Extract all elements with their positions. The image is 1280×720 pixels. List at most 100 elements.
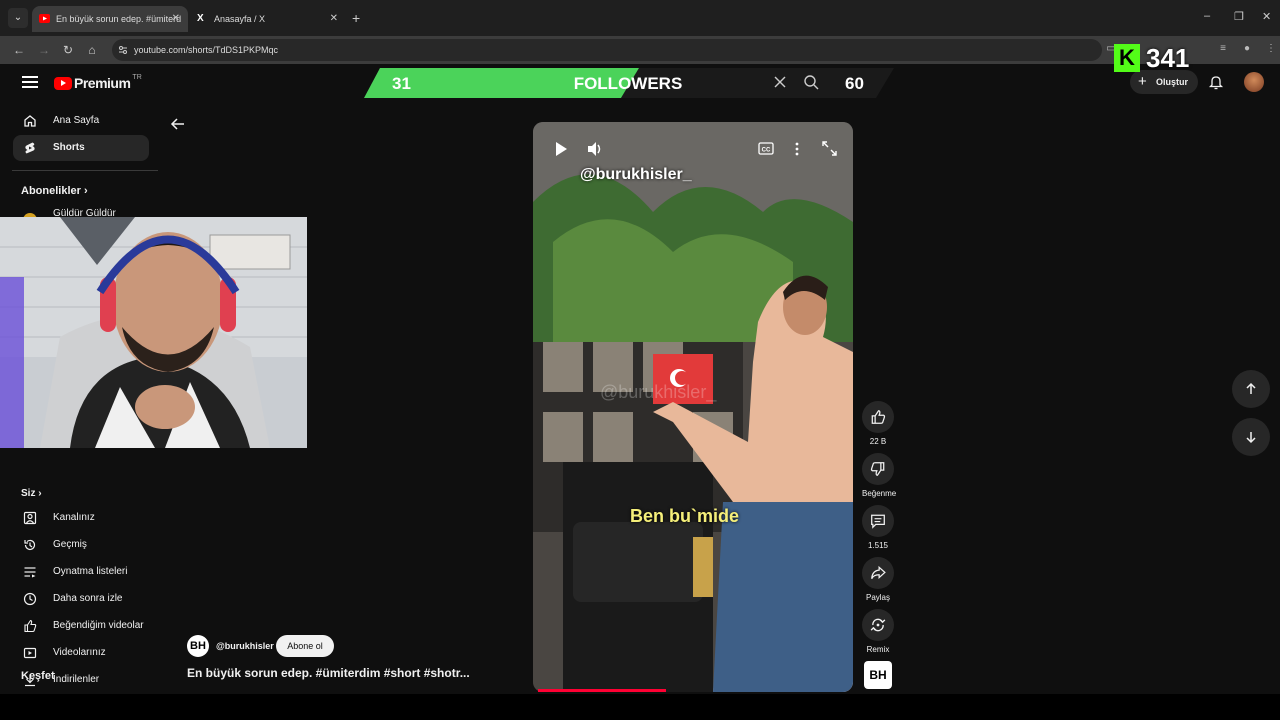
media-control-icon[interactable]: ≡ bbox=[1216, 43, 1230, 57]
arrow-up-icon bbox=[1246, 382, 1256, 394]
subscriptions-heading[interactable]: Abonelikler › bbox=[21, 185, 88, 197]
tab-search-button[interactable]: ⌄ bbox=[8, 8, 28, 28]
remix-button[interactable]: Remix bbox=[862, 609, 894, 654]
sidebar-item-your-channel[interactable]: Kanalınız bbox=[13, 505, 149, 531]
sidebar-item-history[interactable]: Geçmiş bbox=[13, 532, 149, 558]
guide-menu-icon[interactable] bbox=[22, 76, 38, 88]
followers-current: 31 bbox=[392, 74, 411, 93]
sidebar-item-label: Shorts bbox=[53, 142, 85, 153]
sidebar-item-liked-videos[interactable]: Beğendiğim videolar bbox=[13, 613, 149, 639]
url-text: youtube.com/shorts/TdDS1PKPMqc bbox=[134, 45, 279, 55]
followers-goal: 60 bbox=[845, 74, 864, 93]
subscriptions-title: Abonelikler bbox=[21, 185, 81, 197]
x-favicon-icon: X bbox=[197, 13, 204, 24]
dislike-button[interactable]: Beğenme bbox=[862, 453, 897, 498]
webcam-feed-image bbox=[0, 217, 307, 448]
sidebar-item-your-videos[interactable]: Videolarınız bbox=[13, 640, 149, 666]
more-options-icon[interactable] bbox=[794, 141, 800, 157]
comment-icon bbox=[871, 514, 885, 529]
browser-tab-bar: ⌄ En büyük sorun edep. #ümiterd ✕ X Anas… bbox=[0, 0, 1280, 36]
you-title: Siz bbox=[21, 488, 36, 499]
play-icon[interactable] bbox=[552, 140, 570, 158]
video-handle-text: @burukhisler_ bbox=[580, 166, 692, 183]
browser-menu-icon[interactable]: ⋮ bbox=[1264, 43, 1278, 57]
channel-thumbnail-small[interactable]: BH bbox=[864, 661, 892, 689]
share-label: Paylaş bbox=[865, 593, 890, 602]
video-frame-image bbox=[533, 122, 853, 692]
captions-icon[interactable]: CC bbox=[758, 142, 774, 155]
site-settings-icon[interactable] bbox=[118, 45, 128, 55]
tab-youtube[interactable]: En büyük sorun edep. #ümiterd ✕ bbox=[32, 6, 188, 32]
browser-toolbar: ← → ↻ ⌂ youtube.com/shorts/TdDS1PKPMqc ▭… bbox=[0, 36, 1280, 64]
close-tab-icon[interactable]: ✕ bbox=[172, 6, 180, 32]
minimize-icon[interactable]: – bbox=[1204, 10, 1210, 22]
sidebar-item-playlists[interactable]: Oynatma listeleri bbox=[13, 559, 149, 585]
youtube-logo-icon bbox=[54, 76, 72, 90]
followers-goal-overlay: 31 FOLLOWERS 60 bbox=[364, 68, 894, 98]
notifications-bell-icon[interactable] bbox=[1208, 74, 1224, 90]
video-subtitle: Ben bu`mide bbox=[630, 506, 740, 526]
home-icon[interactable]: ⌂ bbox=[83, 41, 101, 59]
kick-logo-icon: K bbox=[1114, 44, 1140, 72]
thumb-up-icon bbox=[871, 410, 886, 424]
sidebar-item-label: İndirilenler bbox=[53, 674, 100, 685]
address-bar[interactable]: youtube.com/shorts/TdDS1PKPMqc bbox=[112, 39, 1102, 61]
like-button[interactable]: 22 B bbox=[862, 401, 894, 446]
channel-name[interactable]: @burukhisler bbox=[216, 641, 274, 651]
youtube-favicon-icon bbox=[39, 14, 50, 23]
sidebar-item-label: Beğendiğim videolar bbox=[53, 620, 144, 631]
tab-title: En büyük sorun edep. #ümiterd bbox=[56, 14, 182, 24]
shorts-video-player[interactable] bbox=[533, 122, 853, 692]
profile-icon[interactable]: ● bbox=[1240, 43, 1254, 57]
thumb-down-icon bbox=[870, 462, 885, 476]
clock-icon bbox=[23, 592, 37, 606]
create-label: Oluştur bbox=[1156, 77, 1189, 87]
restore-icon[interactable]: ❐ bbox=[1234, 10, 1244, 23]
account-avatar[interactable] bbox=[1244, 72, 1264, 92]
chevron-right-icon: › bbox=[83, 185, 88, 197]
sidebar-item-label: Oynatma listeleri bbox=[53, 566, 128, 577]
youtube-premium-logo[interactable]: Premium TR bbox=[54, 74, 142, 92]
region-code: TR bbox=[132, 74, 142, 81]
sidebar-divider bbox=[12, 170, 158, 171]
sidebar-item-label: Videolarınız bbox=[53, 647, 106, 658]
reload-icon[interactable]: ↻ bbox=[59, 41, 77, 59]
channel-avatar[interactable]: BH bbox=[187, 635, 209, 657]
followers-label: FOLLOWERS bbox=[574, 74, 683, 93]
video-watermark: @burukhisler_ bbox=[600, 382, 717, 402]
sidebar-item-watch-later[interactable]: Daha sonra izle bbox=[13, 586, 149, 612]
dislike-label: Beğenme bbox=[862, 489, 897, 498]
channel-icon bbox=[23, 511, 37, 525]
svg-text:CC: CC bbox=[762, 148, 771, 154]
tab-title: Anasayfa / X bbox=[214, 14, 266, 24]
video-title[interactable]: En büyük sorun edep. #ümiterdim #short #… bbox=[187, 666, 470, 680]
forward-icon[interactable]: → bbox=[35, 41, 53, 59]
sidebar-item-home[interactable]: Ana Sayfa bbox=[13, 108, 149, 134]
thumb-up-icon bbox=[24, 619, 37, 633]
remix-label: Remix bbox=[866, 645, 890, 654]
subscribe-button[interactable]: Abone ol bbox=[276, 635, 334, 657]
share-icon bbox=[871, 565, 886, 579]
video-icon bbox=[23, 647, 37, 659]
back-arrow-icon[interactable] bbox=[170, 116, 186, 132]
remix-icon bbox=[870, 618, 886, 632]
sidebar-item-shorts[interactable]: Shorts bbox=[13, 135, 149, 161]
explore-title: Keşfet bbox=[21, 670, 55, 682]
back-icon[interactable]: ← bbox=[10, 41, 28, 59]
next-short-button[interactable] bbox=[1232, 418, 1270, 456]
sidebar-item-label: Ana Sayfa bbox=[53, 115, 100, 126]
arrow-down-icon bbox=[1246, 432, 1256, 444]
tab-x[interactable]: X Anasayfa / X ✕ bbox=[190, 6, 346, 32]
comments-button[interactable]: 1.515 bbox=[862, 505, 894, 550]
volume-icon[interactable] bbox=[586, 140, 604, 158]
you-heading[interactable]: Siz › bbox=[21, 488, 42, 499]
new-tab-icon[interactable]: + bbox=[352, 10, 360, 26]
home-icon bbox=[24, 115, 36, 127]
video-progress-bar[interactable] bbox=[538, 689, 666, 692]
previous-short-button[interactable] bbox=[1232, 370, 1270, 408]
kick-viewer-count: 341 bbox=[1146, 42, 1190, 73]
window-close-icon[interactable]: ✕ bbox=[1262, 10, 1271, 23]
share-button[interactable]: Paylaş bbox=[862, 557, 894, 602]
close-tab-icon[interactable]: ✕ bbox=[330, 6, 338, 32]
fullscreen-icon[interactable] bbox=[822, 141, 837, 156]
